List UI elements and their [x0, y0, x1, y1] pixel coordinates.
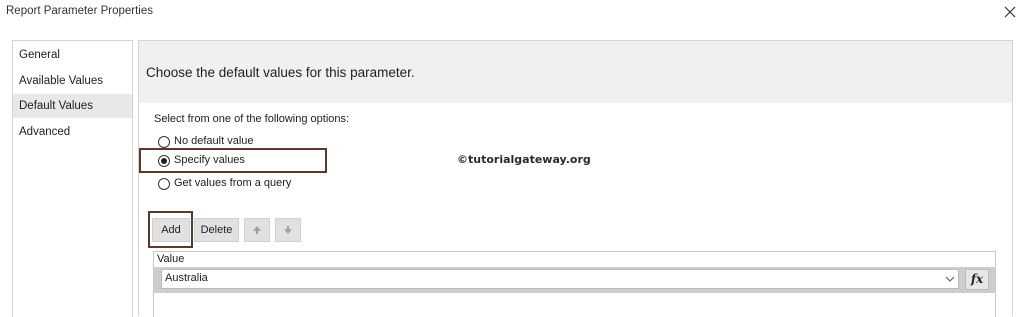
radio-no-default[interactable]	[158, 136, 170, 148]
combo-value: Australia	[165, 272, 208, 284]
options-prompt: Select from one of the following options…	[154, 113, 350, 125]
radio-specify-values[interactable]	[158, 155, 170, 167]
arrow-down-icon	[284, 226, 292, 234]
delete-button[interactable]: Delete	[194, 218, 239, 242]
nav-item-advanced[interactable]: Advanced	[13, 120, 132, 144]
move-down-button[interactable]	[275, 218, 301, 242]
move-up-button[interactable]	[244, 218, 270, 242]
page-title: Choose the default values for this param…	[146, 65, 415, 80]
title-bar: Report Parameter Properties	[0, 0, 1024, 26]
close-button[interactable]	[1000, 2, 1020, 22]
option-label: No default value	[174, 135, 254, 147]
option-label: Specify values	[174, 154, 245, 166]
values-grid: Value Australia fx	[153, 251, 996, 317]
value-combobox[interactable]: Australia	[161, 269, 959, 289]
chevron-down-icon	[945, 276, 955, 282]
close-icon	[1004, 6, 1016, 18]
column-header-value: Value	[157, 253, 185, 265]
window-title: Report Parameter Properties	[6, 5, 154, 17]
page-header: Choose the default values for this param…	[139, 41, 1012, 103]
content-panel: Choose the default values for this param…	[138, 40, 1013, 317]
arrow-up-icon	[253, 226, 261, 234]
nav-item-default-values[interactable]: Default Values	[13, 94, 132, 118]
table-row: Australia fx	[154, 267, 995, 293]
nav-item-general[interactable]: General	[13, 43, 132, 67]
nav-item-available-values[interactable]: Available Values	[13, 69, 132, 93]
expression-button[interactable]: fx	[965, 269, 989, 290]
watermark: ©tutorialgateway.org	[457, 153, 591, 166]
add-button[interactable]: Add	[152, 218, 190, 242]
option-label: Get values from a query	[174, 177, 292, 189]
page-nav: General Available Values Default Values …	[12, 40, 133, 317]
radio-query[interactable]	[158, 178, 170, 190]
